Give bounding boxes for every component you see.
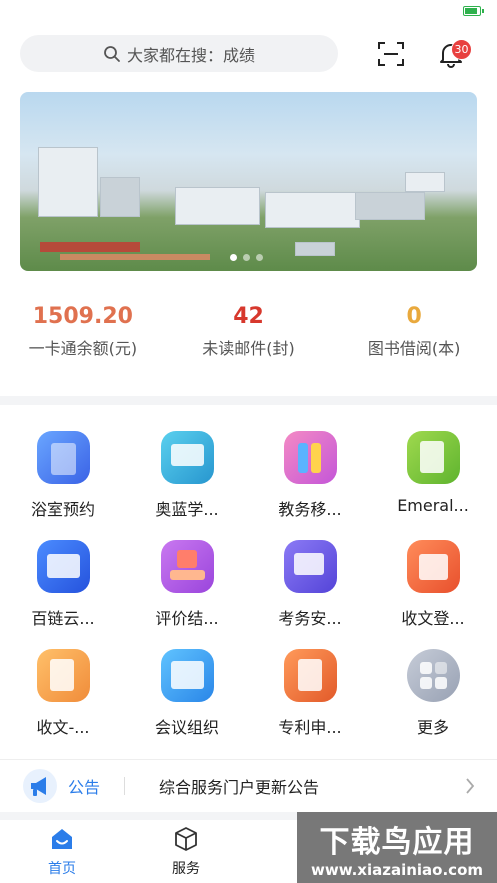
app-label: 百链云... bbox=[31, 609, 95, 628]
chevron-right-icon bbox=[466, 778, 475, 794]
app-incoming-register[interactable]: 收文登... bbox=[378, 540, 488, 629]
stat-card-library[interactable]: 0 图书借阅(本) bbox=[331, 304, 497, 359]
stat-value: 1509.20 bbox=[32, 304, 133, 329]
app-evaluation-results[interactable]: 评价结... bbox=[132, 540, 242, 629]
stat-card-mail[interactable]: 42 未读邮件(封) bbox=[166, 304, 332, 359]
app-meeting-organize[interactable]: 会议组织 bbox=[132, 649, 242, 738]
app-label: 收文登... bbox=[401, 609, 465, 628]
hand-card-icon bbox=[160, 540, 214, 593]
app-label: 会议组织 bbox=[154, 718, 219, 737]
stat-label: 图书借阅(本) bbox=[367, 339, 461, 358]
app-patent-apply[interactable]: 专利申... bbox=[255, 649, 365, 738]
section-divider bbox=[0, 396, 497, 405]
app-more[interactable]: 更多 bbox=[378, 649, 488, 738]
app-label: 专利申... bbox=[278, 718, 342, 737]
tab-label: 服务 bbox=[172, 861, 200, 877]
notification-badge: 30 bbox=[451, 39, 472, 60]
app-label: 考务安... bbox=[278, 609, 342, 628]
app-exam-arrangement[interactable]: 考务安... bbox=[255, 540, 365, 629]
patent-icon bbox=[283, 649, 337, 702]
watermark-url: www.xiazainiao.com bbox=[310, 860, 484, 879]
watermark-title: 下载鸟应用 bbox=[319, 824, 475, 860]
tab-label: 首页 bbox=[48, 861, 76, 877]
stat-card-balance[interactable]: 1509.20 一卡通余额(元) bbox=[0, 304, 166, 359]
app-label: 更多 bbox=[416, 718, 449, 737]
stat-value: 0 bbox=[406, 304, 422, 329]
banner-dots bbox=[230, 254, 263, 261]
books-icon bbox=[283, 431, 337, 484]
document-edit-icon bbox=[36, 649, 90, 702]
document-search-icon bbox=[406, 431, 460, 484]
app-label: Emeral... bbox=[397, 496, 469, 515]
search-icon bbox=[104, 45, 120, 62]
building-icon bbox=[36, 431, 90, 484]
app-bailian-cloud[interactable]: 百链云... bbox=[8, 540, 118, 629]
campus-banner[interactable] bbox=[20, 92, 477, 271]
app-academic-mobile[interactable]: 教务移... bbox=[255, 431, 365, 520]
search-placeholder: 大家都在搜：成绩 bbox=[126, 45, 255, 65]
app-incoming-docs[interactable]: 收文-... bbox=[8, 649, 118, 738]
search-bar[interactable]: 大家都在搜：成绩 bbox=[20, 35, 338, 72]
home-icon bbox=[52, 829, 72, 849]
app-label: 教务移... bbox=[278, 500, 342, 519]
app-label: 评价结... bbox=[155, 609, 219, 628]
megaphone-icon bbox=[23, 769, 57, 803]
app-aolan[interactable]: 奥蓝学... bbox=[132, 431, 242, 520]
announcement-separator bbox=[124, 777, 126, 795]
inbox-register-icon bbox=[406, 540, 460, 593]
more-grid-icon bbox=[406, 649, 460, 702]
app-label: 奥蓝学... bbox=[155, 500, 219, 519]
monitor-icon bbox=[160, 431, 214, 484]
announcement-text: 综合服务门户更新公告 bbox=[159, 778, 320, 797]
watermark-logo: 下载鸟应用 www.xiazainiao.com bbox=[297, 812, 497, 883]
stat-value: 42 bbox=[233, 304, 264, 329]
open-book-icon bbox=[36, 540, 90, 593]
schedule-clock-icon bbox=[283, 540, 337, 593]
meeting-board-icon bbox=[160, 649, 214, 702]
announcement-tag: 公告 bbox=[68, 778, 101, 797]
app-label: 浴室预约 bbox=[30, 500, 95, 519]
tab-service[interactable]: 服务 bbox=[146, 826, 226, 878]
scan-icon[interactable] bbox=[377, 40, 405, 68]
battery-icon bbox=[463, 6, 484, 16]
cube-icon bbox=[175, 827, 197, 851]
stat-label: 一卡通余额(元) bbox=[28, 339, 138, 358]
announcement-bar[interactable]: 公告 综合服务门户更新公告 bbox=[0, 759, 497, 812]
app-label: 收文-... bbox=[36, 718, 90, 737]
stat-label: 未读邮件(封) bbox=[202, 339, 295, 358]
app-emerald[interactable]: Emeral... bbox=[378, 431, 488, 515]
stats-row: 1509.20 一卡通余额(元) 42 未读邮件(封) 0 图书借阅(本) bbox=[0, 304, 497, 359]
app-bathroom-booking[interactable]: 浴室预约 bbox=[8, 431, 118, 520]
tab-home[interactable]: 首页 bbox=[22, 826, 102, 878]
